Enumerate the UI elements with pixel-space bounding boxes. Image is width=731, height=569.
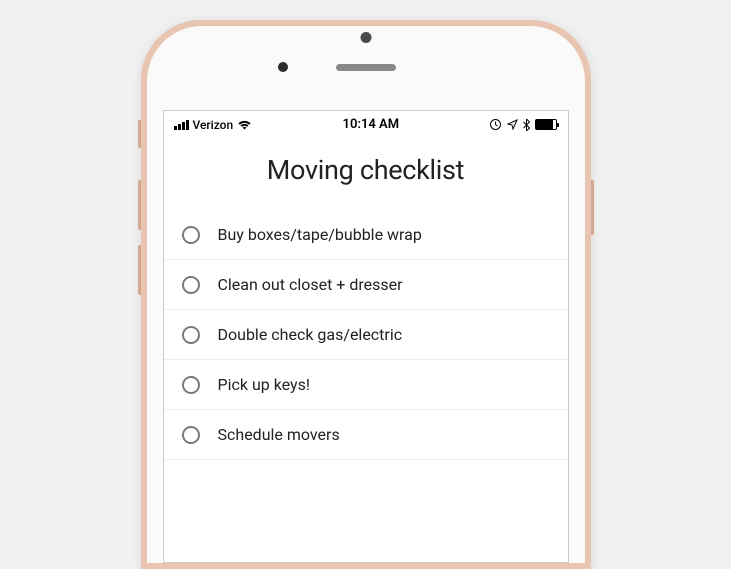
phone-top-bar (163, 42, 569, 92)
power-button (591, 180, 594, 235)
checklist-item-label: Clean out closet + dresser (218, 275, 403, 294)
checklist-item-label: Schedule movers (218, 425, 340, 444)
checkbox-icon[interactable] (182, 276, 200, 294)
checklist-item-label: Buy boxes/tape/bubble wrap (218, 225, 422, 244)
phone-bezel: Verizon 10:14 AM (147, 26, 585, 563)
checkbox-icon[interactable] (182, 326, 200, 344)
alarm-icon (489, 118, 502, 131)
status-bar-time: 10:14 AM (343, 117, 400, 132)
mute-switch (138, 120, 141, 148)
phone-frame: Verizon 10:14 AM (141, 20, 591, 569)
checkbox-icon[interactable] (182, 426, 200, 444)
bluetooth-icon (523, 119, 530, 131)
checklist: Buy boxes/tape/bubble wrap Clean out clo… (164, 210, 568, 460)
checklist-item[interactable]: Buy boxes/tape/bubble wrap (164, 210, 568, 260)
checklist-item-label: Double check gas/electric (218, 325, 403, 344)
status-bar-right (489, 118, 557, 131)
status-bar-left: Verizon (174, 118, 253, 132)
location-icon (507, 119, 518, 130)
signal-icon (174, 120, 189, 130)
checkbox-icon[interactable] (182, 226, 200, 244)
phone-screen: Verizon 10:14 AM (163, 110, 569, 563)
checklist-item-label: Pick up keys! (218, 375, 311, 394)
front-camera (278, 62, 288, 72)
checklist-item[interactable]: Schedule movers (164, 410, 568, 460)
note-title: Moving checklist (164, 154, 568, 186)
checkbox-icon[interactable] (182, 376, 200, 394)
carrier-label: Verizon (193, 118, 234, 132)
checklist-item[interactable]: Clean out closet + dresser (164, 260, 568, 310)
note-content: Moving checklist Buy boxes/tape/bubble w… (164, 136, 568, 460)
battery-icon (535, 119, 557, 130)
earpiece-speaker (336, 64, 396, 71)
volume-up-button (138, 180, 141, 230)
status-bar: Verizon 10:14 AM (164, 111, 568, 136)
volume-down-button (138, 245, 141, 295)
checklist-item[interactable]: Double check gas/electric (164, 310, 568, 360)
wifi-icon (237, 119, 252, 130)
battery-fill (536, 120, 553, 129)
checklist-item[interactable]: Pick up keys! (164, 360, 568, 410)
